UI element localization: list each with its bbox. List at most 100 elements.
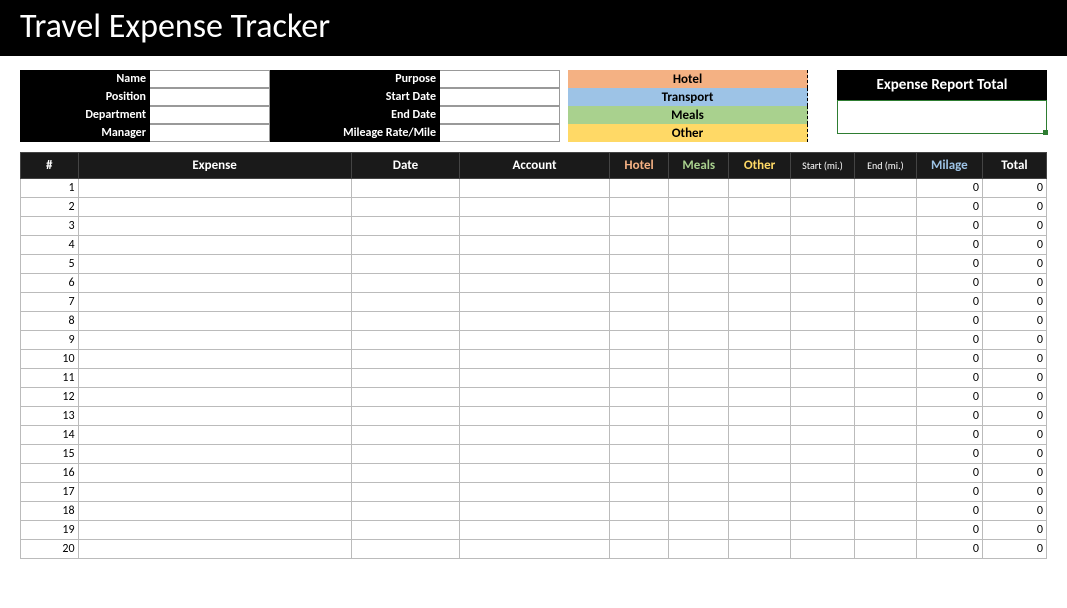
cell-other[interactable]: [729, 217, 791, 236]
cell-end[interactable]: [854, 179, 916, 198]
cell-meals[interactable]: [669, 540, 729, 559]
cell-expense[interactable]: [78, 255, 351, 274]
cell-hotel[interactable]: [609, 388, 669, 407]
cell-other[interactable]: [729, 426, 791, 445]
cell-expense[interactable]: [78, 293, 351, 312]
cell-other[interactable]: [729, 369, 791, 388]
cell-date[interactable]: [351, 350, 460, 369]
cell-account[interactable]: [460, 350, 609, 369]
input-department[interactable]: [150, 106, 270, 124]
cell-expense[interactable]: [78, 540, 351, 559]
cell-end[interactable]: [854, 521, 916, 540]
cell-other[interactable]: [729, 502, 791, 521]
cell-meals[interactable]: [669, 198, 729, 217]
cell-date[interactable]: [351, 217, 460, 236]
cell-meals[interactable]: [669, 521, 729, 540]
cell-other[interactable]: [729, 179, 791, 198]
cell-end[interactable]: [854, 540, 916, 559]
cell-hotel[interactable]: [609, 255, 669, 274]
cell-account[interactable]: [460, 483, 609, 502]
cell-date[interactable]: [351, 464, 460, 483]
cell-hotel[interactable]: [609, 369, 669, 388]
cell-start[interactable]: [790, 217, 854, 236]
cell-account[interactable]: [460, 502, 609, 521]
cell-account[interactable]: [460, 540, 609, 559]
cell-meals[interactable]: [669, 312, 729, 331]
cell-other[interactable]: [729, 350, 791, 369]
cell-meals[interactable]: [669, 350, 729, 369]
cell-account[interactable]: [460, 521, 609, 540]
cell-meals[interactable]: [669, 502, 729, 521]
cell-start[interactable]: [790, 274, 854, 293]
cell-hotel[interactable]: [609, 217, 669, 236]
cell-other[interactable]: [729, 540, 791, 559]
cell-meals[interactable]: [669, 426, 729, 445]
cell-other[interactable]: [729, 293, 791, 312]
report-total-value[interactable]: [837, 100, 1047, 134]
cell-hotel[interactable]: [609, 331, 669, 350]
cell-date[interactable]: [351, 369, 460, 388]
cell-hotel[interactable]: [609, 502, 669, 521]
cell-hotel[interactable]: [609, 179, 669, 198]
cell-start[interactable]: [790, 255, 854, 274]
cell-start[interactable]: [790, 426, 854, 445]
cell-meals[interactable]: [669, 407, 729, 426]
cell-hotel[interactable]: [609, 540, 669, 559]
cell-end[interactable]: [854, 198, 916, 217]
cell-other[interactable]: [729, 464, 791, 483]
cell-end[interactable]: [854, 331, 916, 350]
input-purpose[interactable]: [440, 70, 560, 88]
cell-other[interactable]: [729, 198, 791, 217]
cell-expense[interactable]: [78, 217, 351, 236]
cell-start[interactable]: [790, 388, 854, 407]
cell-start[interactable]: [790, 350, 854, 369]
cell-account[interactable]: [460, 179, 609, 198]
cell-date[interactable]: [351, 179, 460, 198]
cell-other[interactable]: [729, 331, 791, 350]
cell-other[interactable]: [729, 274, 791, 293]
cell-other[interactable]: [729, 255, 791, 274]
cell-expense[interactable]: [78, 483, 351, 502]
cell-end[interactable]: [854, 407, 916, 426]
cell-end[interactable]: [854, 274, 916, 293]
cell-start[interactable]: [790, 464, 854, 483]
cell-other[interactable]: [729, 236, 791, 255]
cell-expense[interactable]: [78, 331, 351, 350]
cell-hotel[interactable]: [609, 198, 669, 217]
cell-end[interactable]: [854, 464, 916, 483]
cell-start[interactable]: [790, 236, 854, 255]
cell-date[interactable]: [351, 521, 460, 540]
cell-expense[interactable]: [78, 369, 351, 388]
cell-hotel[interactable]: [609, 426, 669, 445]
cell-date[interactable]: [351, 388, 460, 407]
cell-date[interactable]: [351, 483, 460, 502]
input-position[interactable]: [150, 88, 270, 106]
cell-date[interactable]: [351, 502, 460, 521]
cell-other[interactable]: [729, 388, 791, 407]
cell-other[interactable]: [729, 483, 791, 502]
cell-hotel[interactable]: [609, 274, 669, 293]
cell-date[interactable]: [351, 331, 460, 350]
cell-expense[interactable]: [78, 445, 351, 464]
cell-end[interactable]: [854, 312, 916, 331]
cell-account[interactable]: [460, 331, 609, 350]
cell-start[interactable]: [790, 198, 854, 217]
cell-other[interactable]: [729, 312, 791, 331]
cell-date[interactable]: [351, 312, 460, 331]
cell-account[interactable]: [460, 293, 609, 312]
cell-expense[interactable]: [78, 236, 351, 255]
cell-date[interactable]: [351, 445, 460, 464]
cell-end[interactable]: [854, 293, 916, 312]
cell-expense[interactable]: [78, 426, 351, 445]
cell-account[interactable]: [460, 407, 609, 426]
cell-end[interactable]: [854, 369, 916, 388]
cell-hotel[interactable]: [609, 445, 669, 464]
cell-date[interactable]: [351, 274, 460, 293]
cell-date[interactable]: [351, 540, 460, 559]
cell-start[interactable]: [790, 521, 854, 540]
cell-hotel[interactable]: [609, 464, 669, 483]
cell-other[interactable]: [729, 407, 791, 426]
cell-expense[interactable]: [78, 407, 351, 426]
cell-meals[interactable]: [669, 483, 729, 502]
cell-end[interactable]: [854, 483, 916, 502]
